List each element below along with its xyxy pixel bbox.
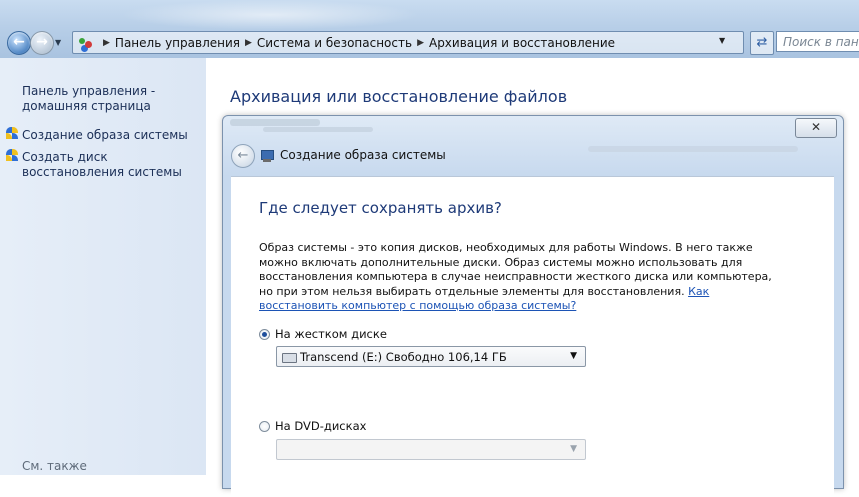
chevron-right-icon[interactable]: ▶: [103, 38, 110, 48]
dialog-subtitle-blur: [263, 127, 373, 132]
shield-icon: [6, 127, 18, 140]
close-icon: ✕: [810, 120, 822, 134]
dvd-drive-select[interactable]: ▼: [276, 439, 586, 460]
wizard-back-button[interactable]: ←: [231, 144, 255, 168]
forward-arrow-icon: →: [36, 34, 48, 50]
page-title: Архивация или восстановление файлов: [230, 87, 568, 106]
selected-drive-value: Transcend (E:) Свободно 106,14 ГБ: [300, 350, 507, 364]
chevron-down-icon[interactable]: ▼: [570, 444, 577, 454]
breadcrumb-control-panel[interactable]: Панель управления: [115, 36, 240, 50]
wizard-body: Где следует сохранять архив? Образ систе…: [231, 176, 834, 497]
search-input[interactable]: Поиск в панели у: [776, 31, 859, 52]
chevron-right-icon[interactable]: ▶: [417, 38, 424, 48]
create-repair-disc-link[interactable]: Создать диск восстановления системы: [22, 150, 202, 180]
hdd-drive-select[interactable]: Transcend (E:) Свободно 106,14 ГБ ▼: [276, 346, 586, 367]
dialog-link-blur: [588, 146, 798, 152]
create-system-image-link[interactable]: Создание образа системы: [22, 128, 188, 143]
address-dropdown-icon[interactable]: ▼: [719, 36, 725, 45]
forward-button[interactable]: →: [30, 31, 54, 55]
toolbar-glow: [120, 0, 420, 30]
system-image-wizard: ✕ ← Создание образа системы Где следует …: [222, 115, 844, 497]
chevron-down-icon[interactable]: ▼: [570, 351, 577, 361]
chevron-right-icon[interactable]: ▶: [245, 38, 252, 48]
wizard-description: Образ системы - это копия дисков, необхо…: [259, 241, 779, 314]
refresh-button[interactable]: ⇄: [750, 31, 774, 55]
refresh-icon: ⇄: [756, 35, 768, 50]
control-panel-icon: [78, 35, 94, 51]
close-button[interactable]: ✕: [795, 118, 837, 138]
back-arrow-icon: ←: [237, 148, 249, 163]
system-image-icon: [260, 148, 274, 162]
left-navigation-pane: Панель управления - домашняя страница Со…: [0, 58, 206, 475]
wizard-caption: Создание образа системы: [280, 148, 446, 162]
back-button[interactable]: ←: [7, 31, 31, 55]
see-also-heading: См. также: [22, 459, 87, 473]
dialog-title-blur: [230, 119, 320, 126]
wizard-heading: Где следует сохранять архив?: [259, 199, 502, 217]
explorer-toolbar: ← → ▼ ▶ Панель управления ▶ Система и бе…: [0, 0, 859, 58]
hard-drive-icon: [282, 353, 297, 363]
address-bar[interactable]: ▶ Панель управления ▶ Система и безопасн…: [72, 31, 744, 54]
back-arrow-icon: ←: [13, 34, 25, 50]
breadcrumb-system-security[interactable]: Система и безопасность: [257, 36, 412, 50]
dvd-radio[interactable]: [259, 421, 270, 432]
history-dropdown-icon[interactable]: ▼: [55, 38, 61, 47]
dvd-radio-label[interactable]: На DVD-дисках: [275, 419, 366, 433]
breadcrumb-backup-restore[interactable]: Архивация и восстановление: [429, 36, 615, 50]
hdd-radio-label[interactable]: На жестком диске: [275, 327, 387, 341]
hdd-radio[interactable]: [259, 329, 270, 340]
control-panel-home-link[interactable]: Панель управления - домашняя страница: [22, 84, 192, 114]
shield-icon: [6, 149, 18, 162]
